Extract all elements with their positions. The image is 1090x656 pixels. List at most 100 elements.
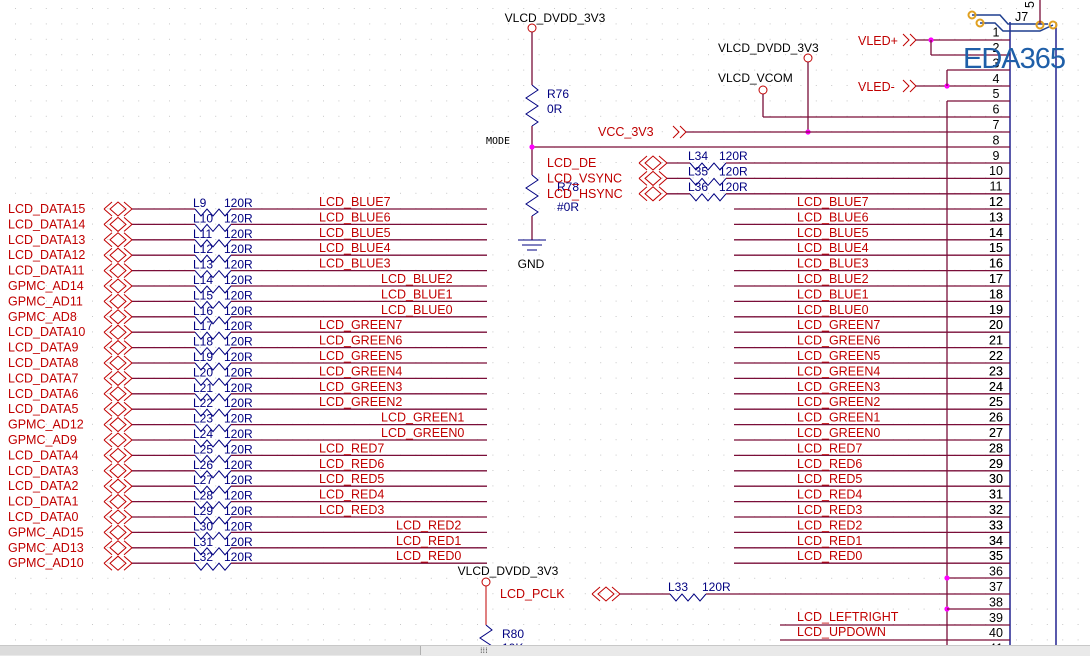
grid-dot bbox=[661, 115, 663, 117]
grid-dot bbox=[1062, 577, 1064, 579]
grid-dot bbox=[892, 577, 894, 579]
data-port-label: LCD_DATA3 bbox=[8, 464, 78, 478]
grid-dot bbox=[138, 192, 140, 194]
grid-dot bbox=[230, 577, 232, 579]
grid-dot bbox=[45, 38, 47, 40]
grid-dot bbox=[477, 593, 478, 595]
grid-dot bbox=[1077, 577, 1079, 579]
grid-dot bbox=[646, 624, 648, 625]
grid-dot bbox=[246, 162, 247, 163]
scrollbar-thumb[interactable] bbox=[0, 646, 421, 655]
grid-dot bbox=[1046, 146, 1048, 148]
grid-dot bbox=[215, 100, 217, 102]
grid-dot bbox=[908, 69, 910, 71]
pin-number: 6 bbox=[993, 103, 1000, 117]
grid-dot bbox=[631, 223, 632, 225]
data-port-label: LCD_DATA10 bbox=[8, 325, 85, 339]
grid-dot bbox=[461, 100, 463, 102]
grid-dot bbox=[215, 408, 217, 410]
grid-dot bbox=[215, 608, 217, 610]
grid-dot bbox=[430, 192, 432, 194]
grid-dot bbox=[600, 393, 602, 394]
grid-dot bbox=[323, 100, 324, 102]
grid-dot bbox=[677, 454, 679, 456]
grid-dot bbox=[353, 192, 355, 194]
grid-dot bbox=[107, 8, 109, 9]
grid-dot bbox=[538, 69, 540, 71]
grid-dot bbox=[492, 254, 494, 256]
grid-dot bbox=[939, 23, 940, 25]
grid-dot bbox=[446, 85, 448, 86]
grid-dot bbox=[631, 439, 632, 441]
net-label-left: LCD_RED3 bbox=[319, 503, 384, 517]
grid-dot bbox=[723, 547, 725, 548]
grid-dot bbox=[230, 593, 232, 595]
grid-dot bbox=[153, 85, 155, 86]
grid-dot bbox=[369, 23, 371, 25]
grid-dot bbox=[692, 454, 694, 456]
grid-dot bbox=[692, 254, 694, 256]
grid-dot bbox=[477, 85, 478, 86]
grid-dot bbox=[708, 500, 709, 502]
inductor-value: 120R bbox=[224, 442, 253, 456]
grid-dot bbox=[569, 408, 571, 410]
grid-dot bbox=[1031, 562, 1033, 564]
grid-dot bbox=[199, 23, 201, 25]
net-label-right: LCD_RED2 bbox=[797, 518, 862, 532]
grid-dot bbox=[523, 393, 525, 394]
grid-dot bbox=[1046, 470, 1048, 471]
grid-dot bbox=[584, 8, 586, 9]
grid-dot bbox=[1031, 439, 1033, 441]
data-port-label: GPMC_AD13 bbox=[8, 541, 84, 555]
grid-dot bbox=[631, 192, 632, 194]
grid-dot bbox=[169, 177, 170, 179]
grid-dot bbox=[1016, 331, 1017, 333]
horizontal-scrollbar[interactable]: ⁞⁞⁞ bbox=[0, 645, 1090, 656]
grid-dot bbox=[45, 54, 47, 56]
schematic-canvas[interactable]: J751234567891011121314151617181920212223… bbox=[0, 0, 1090, 655]
net-label-right: LCD_RED7 bbox=[797, 441, 862, 455]
grid-dot bbox=[1077, 423, 1079, 425]
grid-dot bbox=[76, 608, 78, 610]
grid-dot bbox=[169, 577, 170, 579]
grid-dot bbox=[153, 593, 155, 595]
grid-dot bbox=[215, 624, 217, 625]
grid-dot bbox=[723, 454, 725, 456]
grid-dot bbox=[492, 593, 494, 595]
grid-dot bbox=[507, 439, 509, 441]
grid-dot bbox=[76, 639, 78, 641]
grid-dot bbox=[800, 23, 802, 25]
grid-dot bbox=[261, 146, 263, 148]
grid-dot bbox=[400, 69, 401, 71]
grid-dot bbox=[261, 115, 263, 117]
grid-dot bbox=[677, 54, 679, 56]
grid-dot bbox=[215, 393, 217, 394]
grid-dot bbox=[1046, 377, 1048, 379]
grid-dot bbox=[692, 331, 694, 333]
grid-dot bbox=[246, 577, 247, 579]
grid-dot bbox=[507, 38, 509, 40]
grid-dot bbox=[692, 485, 694, 487]
grid-dot bbox=[1016, 377, 1017, 379]
grid-dot bbox=[92, 547, 93, 548]
grid-dot bbox=[1046, 485, 1048, 487]
inductor-ref: L21 bbox=[193, 381, 213, 395]
grid-dot bbox=[92, 393, 93, 394]
grid-dot bbox=[215, 38, 217, 40]
grid-dot bbox=[507, 285, 509, 287]
grid-dot bbox=[692, 393, 694, 394]
grid-dot bbox=[631, 285, 632, 287]
grid-dot bbox=[1016, 516, 1017, 518]
grid-dot bbox=[1046, 593, 1048, 595]
pin-number: 35 bbox=[989, 549, 1003, 563]
grid-dot bbox=[45, 162, 47, 163]
grid-dot bbox=[492, 223, 494, 225]
grid-dot bbox=[323, 115, 324, 117]
grid-dot bbox=[61, 192, 63, 194]
grid-dot bbox=[723, 208, 725, 210]
grid-dot bbox=[153, 54, 155, 56]
grid-dot bbox=[507, 470, 509, 471]
grid-dot bbox=[215, 439, 217, 441]
net-label-left: LCD_RED2 bbox=[396, 518, 461, 532]
grid-dot bbox=[400, 54, 401, 56]
